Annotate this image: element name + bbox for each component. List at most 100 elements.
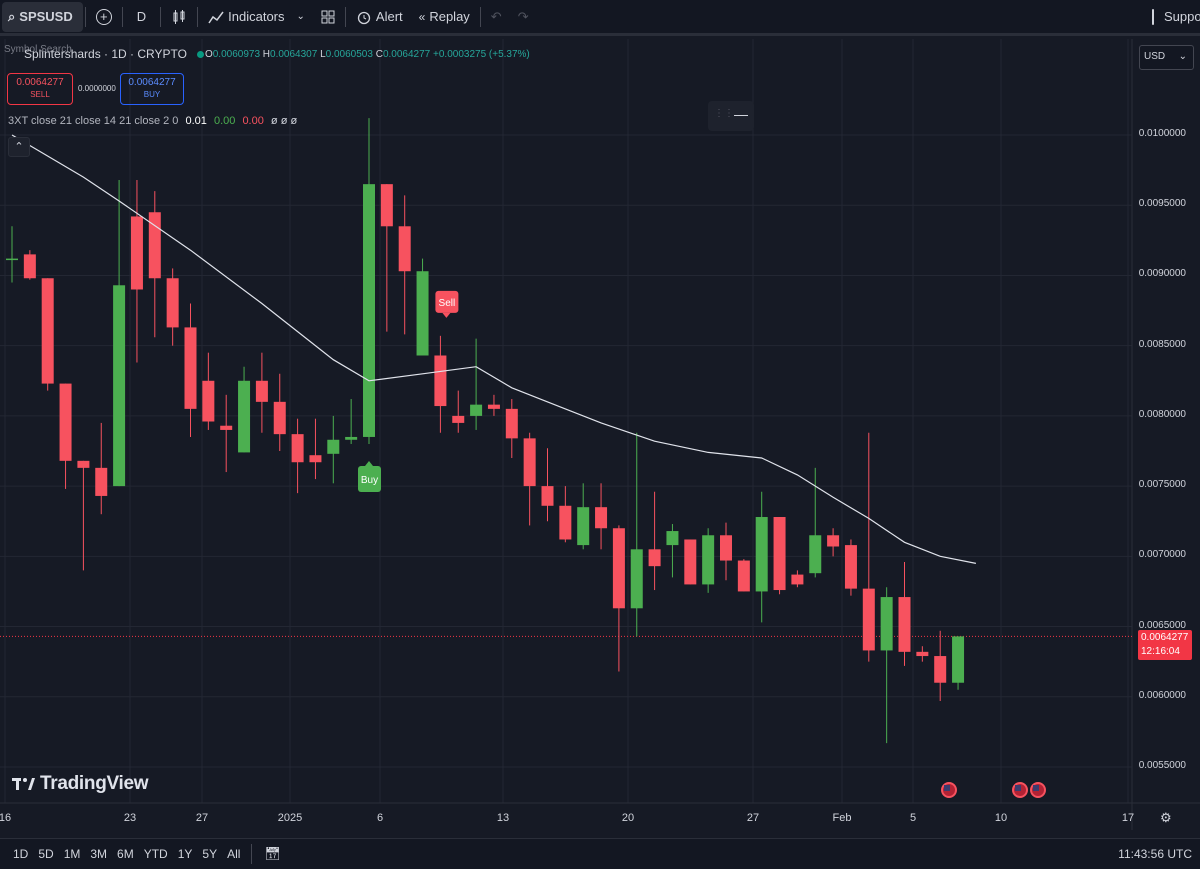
candle-body bbox=[595, 507, 608, 529]
price-tick-label: 0.0070000 bbox=[1138, 549, 1186, 561]
support-checkbox[interactable]: Suppo bbox=[1144, 0, 1200, 35]
checkbox-icon bbox=[1152, 8, 1154, 25]
us-flag-icon bbox=[1015, 785, 1021, 791]
undo-icon: ↶ bbox=[490, 8, 502, 24]
symbol-search-button[interactable]: ⌕ SPSUSD bbox=[2, 1, 83, 32]
range-button-1m[interactable]: 1M bbox=[59, 847, 86, 861]
candle-body bbox=[6, 258, 18, 261]
indicator-name: 3XT close 21 close 14 21 close 2 0 bbox=[8, 115, 179, 127]
buy-marker-label: Buy bbox=[361, 475, 378, 486]
indicator-value-2: 0.00 bbox=[213, 115, 236, 127]
clock[interactable]: 11:43:56 UTC bbox=[1118, 847, 1192, 861]
candle-body bbox=[827, 535, 840, 547]
high-key: H bbox=[262, 48, 271, 60]
time-tick-label: 20 bbox=[621, 812, 635, 824]
candle-body bbox=[559, 505, 572, 540]
indicator-value-4: ø ø ø bbox=[270, 115, 298, 127]
compare-button[interactable]: + bbox=[88, 0, 120, 35]
candle-body bbox=[345, 436, 358, 440]
candle-body bbox=[452, 415, 465, 423]
axis-settings-button[interactable]: ⚙ bbox=[1160, 810, 1172, 826]
chart-type-button[interactable] bbox=[163, 0, 195, 35]
candle-body bbox=[95, 467, 108, 496]
tradingview-logo[interactable]: TradingView bbox=[12, 773, 149, 795]
indicator-legend[interactable]: 3XT close 21 close 14 21 close 2 0 0.01 … bbox=[8, 115, 297, 127]
time-tick-label: 27 bbox=[746, 812, 760, 824]
price-chart[interactable]: Buy Sell bbox=[0, 39, 1200, 830]
us-flag-icon bbox=[1033, 785, 1039, 791]
undo-button[interactable]: ↶ bbox=[483, 0, 510, 35]
sell-marker-arrow bbox=[442, 312, 451, 318]
range-button-all[interactable]: All bbox=[222, 847, 245, 861]
range-button-ytd[interactable]: YTD bbox=[139, 847, 173, 861]
drag-handle-icon[interactable]: ⋮⋮ bbox=[714, 108, 734, 119]
gear-icon: ⚙ bbox=[1160, 810, 1172, 825]
candle-body bbox=[648, 549, 661, 567]
candle-body bbox=[184, 327, 197, 409]
time-tick-label: 2025 bbox=[277, 812, 303, 824]
event-flag-us[interactable] bbox=[1012, 782, 1028, 798]
candle-body bbox=[880, 597, 893, 651]
candle-body bbox=[380, 184, 393, 227]
horizontal-line-icon[interactable] bbox=[734, 115, 748, 116]
goto-date-button[interactable]: 📅︎ bbox=[264, 846, 281, 862]
indicators-button[interactable]: Indicators ⌄ bbox=[200, 0, 313, 35]
buy-marker-arrow bbox=[365, 460, 373, 466]
indicator-value-1: 0.01 bbox=[185, 115, 207, 127]
templates-button[interactable] bbox=[313, 0, 343, 35]
divider bbox=[121, 6, 123, 27]
candle-body bbox=[898, 597, 911, 652]
candle-body bbox=[238, 380, 251, 453]
price-tick-label: 0.0090000 bbox=[1138, 268, 1186, 280]
candle-body bbox=[255, 380, 268, 402]
candle-body bbox=[77, 460, 90, 468]
spread-value: 0.0000000 bbox=[78, 84, 116, 93]
candle-body bbox=[577, 507, 590, 546]
buy-label: BUY bbox=[143, 90, 161, 99]
top-toolbar: ⌕ SPSUSD + D Indicators ⌄ Alert « Replay… bbox=[0, 0, 1200, 36]
open-key: O bbox=[204, 48, 213, 60]
event-flag-us[interactable] bbox=[1030, 782, 1046, 798]
redo-icon: ↷ bbox=[517, 8, 529, 24]
range-button-5d[interactable]: 5D bbox=[33, 847, 58, 861]
divider bbox=[479, 6, 481, 27]
candle-body bbox=[755, 517, 768, 592]
interval-button[interactable]: D bbox=[125, 0, 158, 35]
buy-button[interactable]: 0.0064277 BUY bbox=[120, 73, 184, 105]
price-tick-label: 0.0100000 bbox=[1138, 128, 1186, 139]
sell-price: 0.0064277 bbox=[16, 77, 64, 88]
collapse-legend-button[interactable]: ⌃ bbox=[8, 137, 30, 157]
price-tick-label: 0.0095000 bbox=[1138, 198, 1186, 210]
change-value: +0.0003275 (+5.37%) bbox=[433, 48, 530, 60]
legend-title[interactable]: Splintershards · 1D · CRYPTO bbox=[24, 47, 187, 61]
divider bbox=[160, 6, 162, 27]
range-button-1d[interactable]: 1D bbox=[8, 847, 33, 861]
candle-body bbox=[327, 439, 340, 454]
currency-label: USD bbox=[1144, 51, 1166, 62]
replay-button[interactable]: « Replay bbox=[411, 0, 478, 35]
low-value: 0.0060503 bbox=[325, 48, 373, 60]
plus-circle-icon: + bbox=[95, 8, 112, 25]
sell-button[interactable]: 0.0064277 SELL bbox=[7, 73, 73, 105]
range-button-5y[interactable]: 5Y bbox=[197, 847, 222, 861]
range-button-3m[interactable]: 3M bbox=[85, 847, 112, 861]
alert-button[interactable]: Alert bbox=[348, 0, 411, 35]
sell-label: SELL bbox=[30, 90, 50, 99]
floating-toolbar[interactable]: ⋮⋮ bbox=[708, 101, 754, 131]
currency-selector[interactable]: USD ⌄ bbox=[1139, 45, 1194, 70]
bottom-toolbar: 1D 5D 1M 3M 6M YTD 1Y 5Y All 📅︎ 11:43:56 UTC bbox=[0, 838, 1200, 869]
redo-button[interactable]: ↷ bbox=[510, 0, 537, 35]
divider bbox=[251, 844, 253, 864]
chevron-down-icon: ⌄ bbox=[1178, 51, 1187, 62]
range-button-1y[interactable]: 1Y bbox=[173, 847, 198, 861]
candle-body bbox=[470, 404, 483, 416]
candle-body bbox=[59, 383, 72, 461]
price-tick-label: 0.0060000 bbox=[1138, 689, 1186, 701]
time-tick-label: 5 bbox=[909, 812, 917, 824]
legend: Splintershards · 1D · CRYPTO O0.0060973 … bbox=[8, 47, 530, 61]
divider bbox=[84, 6, 86, 27]
range-button-6m[interactable]: 6M bbox=[112, 847, 139, 861]
chevron-up-icon: ⌃ bbox=[14, 141, 24, 153]
price-tick-label: 0.0065000 bbox=[1138, 619, 1186, 631]
event-flag-us[interactable] bbox=[941, 782, 957, 798]
